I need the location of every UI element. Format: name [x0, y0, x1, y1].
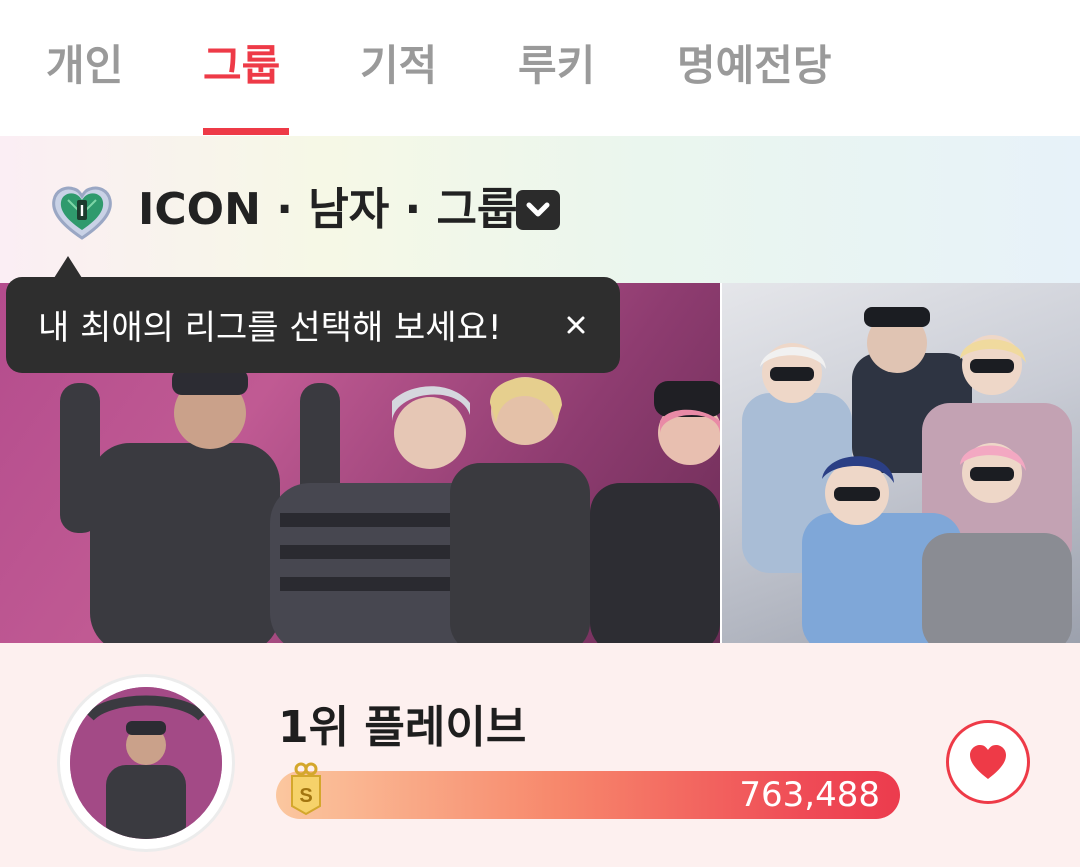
vote-progress-bar: 763,488 [276, 771, 900, 819]
close-icon[interactable] [561, 310, 591, 340]
heart-icon [970, 745, 1006, 779]
tab-rookie[interactable]: 루키 [518, 36, 595, 96]
group-banner-image-secondary[interactable] [722, 283, 1080, 643]
league-badge-letter: I [80, 203, 84, 220]
league-heart-badge-icon: I [48, 180, 116, 244]
tooltip-pointer [54, 256, 82, 278]
active-tab-indicator [203, 128, 289, 135]
rank-badge-letter: S [299, 785, 312, 807]
rank-badge-icon: S [288, 760, 324, 816]
favorite-button[interactable] [946, 720, 1030, 804]
rank-1-title: 1위 플레이브 [278, 702, 527, 753]
category-tab-bar: 개인 그룹 기적 루키 명예전당 [0, 0, 1080, 136]
tab-hall-of-fame[interactable]: 명예전당 [677, 36, 832, 96]
tooltip-message: 내 최애의 리그를 선택해 보세요! [38, 308, 502, 348]
vote-count: 763,488 [739, 775, 880, 815]
tab-individual[interactable]: 개인 [46, 36, 123, 96]
league-dropdown-button[interactable] [516, 190, 560, 230]
group-avatar[interactable] [70, 687, 222, 839]
chevron-down-icon [526, 202, 550, 217]
tab-group[interactable]: 그룹 [203, 36, 280, 96]
tab-miracle[interactable]: 기적 [360, 36, 437, 96]
league-title[interactable]: ICON · 남자 · 그룹 [138, 180, 518, 240]
